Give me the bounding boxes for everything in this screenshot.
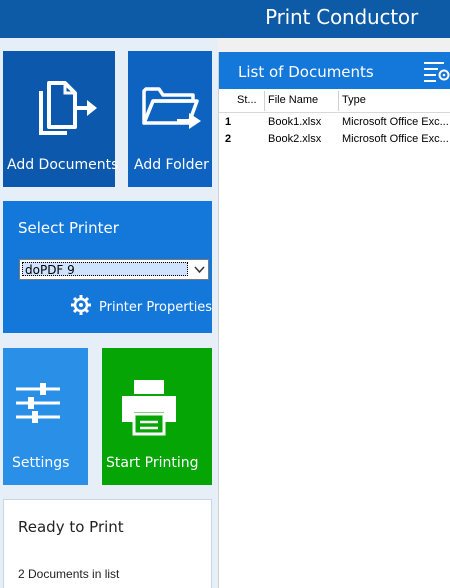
settings-button[interactable]: Settings [3,348,88,485]
column-header-status[interactable]: St... [237,94,263,108]
settings-label: Settings [12,455,70,471]
row-type: Microsoft Office Exc... [342,133,449,145]
documents-panel: List of Documents St... File Name Type 1… [218,52,450,588]
chevron-down-icon [194,266,205,274]
gear-icon [71,295,91,315]
column-header-type[interactable]: Type [342,94,450,108]
table-header-row: St... File Name Type [219,89,450,113]
column-header-file-name[interactable]: File Name [268,94,338,108]
row-file-name: Book2.xlsx [268,133,322,145]
add-folder-label: Add Folder [134,157,209,173]
start-printing-button[interactable]: Start Printing [102,348,212,485]
add-documents-button[interactable]: Add Documents [3,51,119,187]
add-documents-icon [39,81,97,135]
title-bar: Print Conductor [0,0,450,38]
printer-properties-label: Printer Properties [99,300,213,315]
status-panel: Ready to Print 2 Documents in list [3,499,212,588]
app-title: Print Conductor [265,5,418,29]
row-number: 1 [225,116,232,128]
add-folder-icon [142,87,201,129]
sliders-icon [16,383,60,423]
documents-table: St... File Name Type 1 Book1.xlsx Micros… [219,89,450,147]
table-row[interactable]: 2 Book2.xlsx Microsoft Office Exc... [219,130,450,147]
documents-header-title: List of Documents [238,63,374,81]
printer-properties-button[interactable]: Printer Properties [71,295,212,315]
printer-dropdown[interactable]: doPDF 9 [19,259,209,280]
add-documents-label: Add Documents [7,157,119,173]
start-printing-label: Start Printing [106,455,199,471]
column-divider[interactable] [338,91,339,111]
table-row[interactable]: 1 Book1.xlsx Microsoft Office Exc... [219,113,450,130]
printer-dropdown-value: doPDF 9 [22,262,188,277]
printer-icon [122,380,176,436]
document-count: 2 Documents in list [18,567,120,581]
add-folder-button[interactable]: Add Folder [128,51,212,187]
list-options-icon[interactable] [424,60,450,82]
row-file-name: Book1.xlsx [268,116,322,128]
documents-header: List of Documents [219,52,450,89]
row-number: 2 [225,133,232,145]
column-divider[interactable] [264,91,265,111]
select-printer-panel: Select Printer doPDF 9 Printer Propertie… [3,201,212,333]
status-text: Ready to Print [18,518,124,536]
select-printer-title: Select Printer [18,219,119,237]
row-type: Microsoft Office Exc... [342,116,449,128]
